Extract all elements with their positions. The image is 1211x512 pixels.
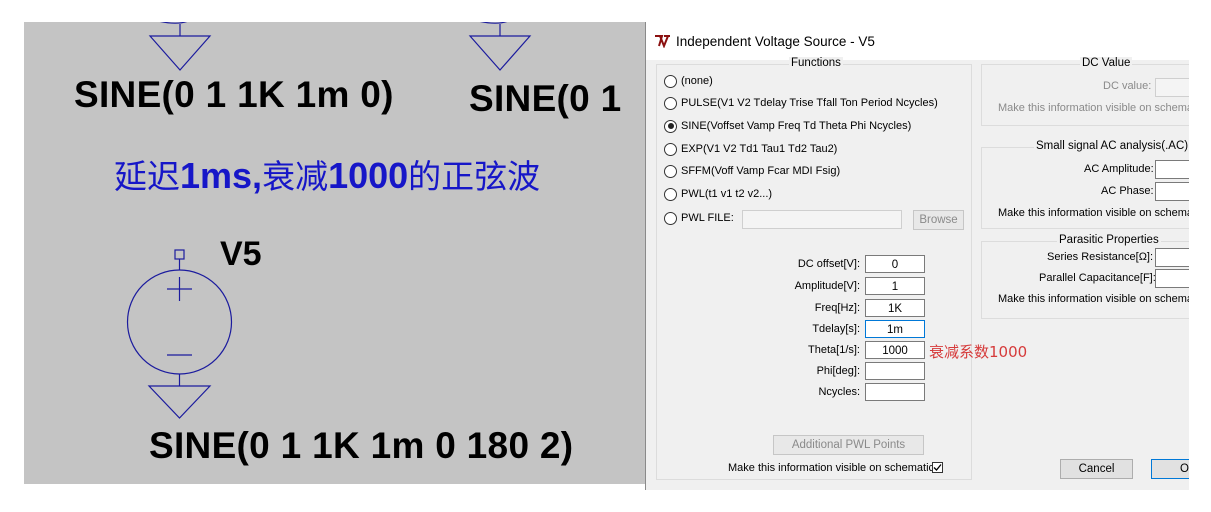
- ac-analysis-title: Small signal AC analysis(.AC): [1034, 140, 1189, 152]
- dc-value-visible-label: Make this information visible on schemat: [998, 102, 1189, 114]
- ac-phase-field[interactable]: [1155, 182, 1189, 201]
- voltage-source-dialog: Independent Voltage Source - V5 Function…: [645, 22, 1189, 490]
- radio-pwl[interactable]: PWL(t1 v1 t2 v2...): [664, 185, 772, 203]
- ac-phase-label: AC Phase:: [1101, 185, 1154, 197]
- parallel-capacitance-label: Parallel Capacitance[F]:: [1039, 272, 1156, 284]
- chinese-description: 延迟1ms,衰减1000的正弦波: [114, 155, 541, 196]
- ac-amplitude-label: AC Amplitude:: [1084, 163, 1154, 175]
- parasitic-title: Parasitic Properties: [1057, 234, 1161, 246]
- freq-field[interactable]: 1K: [865, 299, 925, 317]
- radio-sine[interactable]: SINE(Voffset Vamp Freq Td Theta Phi Ncyc…: [664, 117, 911, 135]
- ltspice-app-icon: [654, 34, 671, 48]
- series-resistance-label: Series Resistance[Ω]:: [1047, 251, 1154, 263]
- dc-offset-field[interactable]: 0: [865, 255, 925, 273]
- dc-offset-label: DC offset[V]:: [797, 258, 860, 270]
- dc-value-field[interactable]: [1155, 78, 1189, 97]
- ok-button[interactable]: O: [1151, 459, 1189, 479]
- radio-button[interactable]: [664, 187, 677, 201]
- tdelay-field[interactable]: 1m: [865, 320, 925, 338]
- ac-visible-label: Make this information visible on schemat: [998, 207, 1189, 219]
- radio-exp[interactable]: EXP(V1 V2 Td1 Tau1 Td2 Tau2): [664, 140, 837, 158]
- radio-button[interactable]: [664, 96, 677, 110]
- phi-field[interactable]: [865, 362, 925, 380]
- dialog-title: Independent Voltage Source - V5: [676, 34, 875, 49]
- dc-value-label: DC value:: [1103, 80, 1152, 92]
- ground-symbol-top-left: [148, 22, 212, 71]
- radio-button[interactable]: [664, 211, 677, 225]
- sine-label-top-right: SINE(0 1: [469, 78, 622, 119]
- dialog-titlebar[interactable]: Independent Voltage Source - V5: [646, 22, 1189, 60]
- radio-button[interactable]: [664, 142, 677, 156]
- sine-label-top-left: SINE(0 1 1K 1m 0): [74, 74, 394, 115]
- visible-on-schematic-checkbox[interactable]: [932, 462, 943, 473]
- damping-annotation: 衰减系数1000: [929, 343, 1028, 361]
- radio-button[interactable]: [664, 74, 677, 88]
- phi-label: Phi[deg]:: [816, 365, 860, 377]
- freq-label: Freq[Hz]:: [814, 302, 860, 314]
- radio-none[interactable]: (none): [664, 72, 713, 90]
- parasitic-visible-label: Make this information visible on schemat: [998, 293, 1189, 305]
- tdelay-label: Tdelay[s]:: [812, 323, 860, 335]
- ac-amplitude-field[interactable]: [1155, 160, 1189, 179]
- dc-value-title: DC Value: [1080, 57, 1133, 69]
- sine-label-bottom: SINE(0 1 1K 1m 0 180 2): [149, 425, 574, 466]
- parallel-capacitance-field[interactable]: [1155, 269, 1189, 288]
- browse-button[interactable]: Browse: [913, 210, 964, 230]
- schematic-canvas[interactable]: SINE(0 1 1K 1m 0) SINE(0 1 延迟1ms,衰减1000的…: [24, 22, 648, 484]
- pwl-file-input[interactable]: [742, 210, 902, 229]
- amplitude-label: Amplitude[V]:: [794, 280, 860, 292]
- checkmark-icon: [933, 464, 942, 471]
- additional-pwl-button[interactable]: Additional PWL Points: [773, 435, 924, 455]
- theta-label: Theta[1/s]:: [808, 344, 860, 356]
- visible-on-schematic-label: Make this information visible on schemat…: [728, 462, 938, 474]
- radio-pwl-file[interactable]: PWL FILE:: [664, 209, 734, 227]
- series-resistance-field[interactable]: [1155, 248, 1189, 267]
- cancel-button[interactable]: Cancel: [1060, 459, 1133, 479]
- radio-sffm[interactable]: SFFM(Voff Vamp Fcar MDI Fsig): [664, 162, 840, 180]
- ground-symbol-top-right: [468, 22, 532, 71]
- radio-pulse[interactable]: PULSE(V1 V2 Tdelay Trise Tfall Ton Perio…: [664, 94, 938, 112]
- source-name-label: V5: [220, 235, 262, 273]
- theta-field[interactable]: 1000: [865, 341, 925, 359]
- radio-button[interactable]: [664, 164, 677, 178]
- functions-group-title: Functions: [789, 57, 843, 69]
- amplitude-field[interactable]: 1: [865, 277, 925, 295]
- ncycles-label: Ncycles:: [818, 386, 860, 398]
- ncycles-field[interactable]: [865, 383, 925, 401]
- radio-button-selected[interactable]: [664, 119, 677, 133]
